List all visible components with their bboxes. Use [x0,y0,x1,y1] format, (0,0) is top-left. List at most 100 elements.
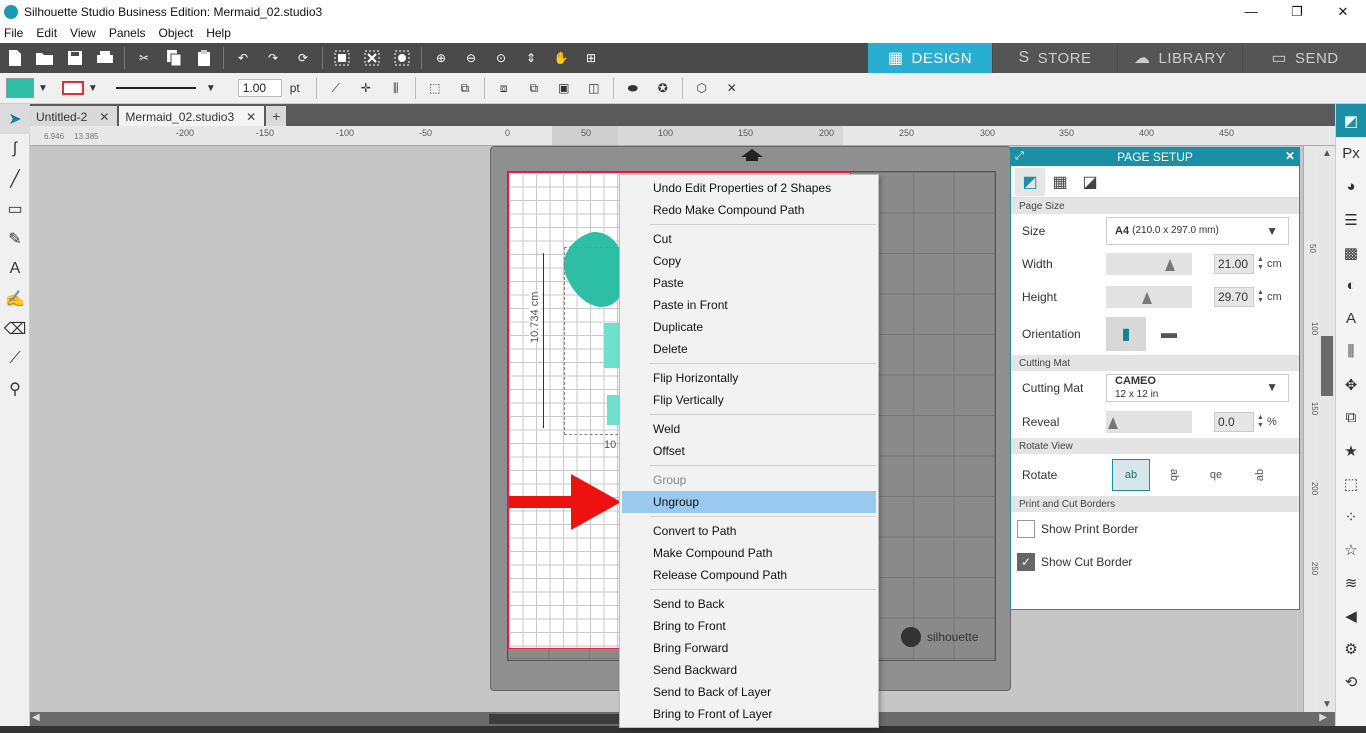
contrast-icon[interactable]: ◐ [1336,269,1366,302]
line-color-dropdown-icon[interactable]: ▼ [88,83,98,94]
context-menu-item-release-compound-path[interactable]: Release Compound Path [620,564,878,586]
edit-points-icon[interactable]: ∫ [0,134,30,164]
context-menu-item-undo-edit-properties-of-2-shapes[interactable]: Undo Edit Properties of 2 Shapes [620,177,878,199]
select-by-color-icon[interactable] [387,43,417,73]
paste-icon[interactable] [189,43,219,73]
ungroup-icon[interactable]: ⧉ [450,73,480,103]
menu-help[interactable]: Help [206,26,231,40]
context-menu-item-bring-to-front-of-layer[interactable]: Bring to Front of Layer [620,703,878,725]
context-menu-item-send-to-back-of-layer[interactable]: Send to Back of Layer [620,681,878,703]
expand-arrow-icon[interactable]: ◀ [1336,599,1366,632]
menu-edit[interactable]: Edit [36,26,57,40]
draw-line-icon[interactable]: ╱ [0,164,30,194]
undo-icon[interactable]: ↶ [228,43,258,73]
align-icon[interactable]: ⫼ [381,73,411,103]
3d-box-icon[interactable]: ⬡ [687,73,717,103]
move-icon[interactable]: ✛ [351,73,381,103]
weld-icon[interactable]: ⬬ [618,73,648,103]
pixscan-icon[interactable]: Px [1336,137,1366,170]
close-button[interactable]: ✕ [1320,0,1366,23]
line-style-dropdown-icon[interactable]: ▼ [206,83,216,94]
line-style-icon[interactable]: ☰ [1336,203,1366,236]
tab-close-icon[interactable]: ✕ [246,110,256,124]
release-compound-icon[interactable]: ⧉ [519,73,549,103]
context-menu-item-flip-horizontally[interactable]: Flip Horizontally [620,367,878,389]
send-back-icon[interactable]: ◫ [579,73,609,103]
pan-hand-icon[interactable]: ✋ [546,43,576,73]
drag-zoom-icon[interactable]: ⇕ [516,43,546,73]
cutting-mat-select[interactable]: CAMEO 12 x 12 in ▼ [1106,374,1289,402]
replicate-icon[interactable]: ⧉ [1336,401,1366,434]
page-setup-icon[interactable]: ◩ [1336,104,1366,137]
fit-to-page-icon[interactable]: ⊞ [576,43,606,73]
open-folder-icon[interactable] [30,43,60,73]
context-menu-item-convert-to-path[interactable]: Convert to Path [620,520,878,542]
reveal-slider[interactable] [1106,410,1192,433]
transform-icon[interactable]: ✥ [1336,368,1366,401]
sketch-tool-icon[interactable]: ✍ [0,284,30,314]
vertical-scrollbar[interactable]: ▲ ▼ [1319,146,1335,712]
width-spinner-icon[interactable]: ▲ ▼ [1257,256,1264,272]
height-input[interactable]: 29.70 [1214,286,1254,307]
redraw-icon[interactable]: ⟳ [288,43,318,73]
draw-rectangle-icon[interactable]: ▭ [0,194,30,224]
portrait-orientation-icon[interactable]: ▮ [1106,317,1146,351]
scroll-thumb[interactable] [489,714,619,724]
draw-pencil-icon[interactable]: ✎ [0,224,30,254]
mode-library-tab[interactable]: ☁ LIBRARY [1117,43,1242,73]
fill-dropdown-icon[interactable]: ▼ [38,83,48,94]
knife-icon[interactable]: ⟋ [0,344,30,374]
mode-send-tab[interactable]: ▭ SEND [1242,43,1366,73]
zoom-in-icon[interactable]: ⊕ [426,43,456,73]
tab-close-icon[interactable]: ✕ [99,110,109,124]
trace-icon[interactable]: ⁘ [1336,500,1366,533]
tab-untitled-2[interactable]: Untitled-2 ✕ [30,106,118,126]
context-menu-item-send-backward[interactable]: Send Backward [620,659,878,681]
scroll-down-icon[interactable]: ▼ [1322,699,1332,710]
width-slider-knob[interactable] [1165,258,1175,271]
add-tab-button[interactable]: + [266,106,287,126]
page-size-select[interactable]: A4 (210.0 x 297.0 mm) ▼ [1106,216,1289,245]
line-style-sample[interactable] [115,87,196,89]
scroll-right-icon[interactable]: ▶ [1319,712,1327,723]
fill-pattern-icon[interactable]: ▩ [1336,236,1366,269]
rotate-0-button[interactable]: ab [1112,459,1150,491]
height-slider[interactable] [1106,285,1192,308]
text-style-icon[interactable]: A [1336,302,1366,335]
context-menu-item-delete[interactable]: Delete [620,338,878,360]
new-file-icon[interactable] [0,43,30,73]
context-menu-item-bring-to-front[interactable]: Bring to Front [620,615,878,637]
width-input[interactable]: 21.00 [1214,253,1254,274]
menu-view[interactable]: View [70,26,96,40]
zoom-out-icon[interactable]: ⊖ [456,43,486,73]
close-x-icon[interactable]: ✕ [717,73,747,103]
height-spinner-icon[interactable]: ▲ ▼ [1257,289,1264,305]
star-shape-icon[interactable]: ✪ [648,73,678,103]
context-menu-item-redo-make-compound-path[interactable]: Redo Make Compound Path [620,199,878,221]
fill-color-swatch[interactable] [6,78,34,98]
redo-icon[interactable]: ↷ [258,43,288,73]
favorite-star-icon[interactable]: ☆ [1336,533,1366,566]
show-print-border-checkbox[interactable] [1017,519,1035,538]
registration-tab-icon[interactable]: ◪ [1075,168,1105,196]
offset-icon[interactable]: ⬚ [1336,467,1366,500]
reveal-spinner-icon[interactable]: ▲ ▼ [1257,414,1264,430]
rotate-180-button[interactable]: qe [1197,459,1235,491]
eraser-icon[interactable]: ⌫ [0,314,30,344]
panel-expand-icon[interactable]: ⤢ [1015,150,1024,163]
line-color-swatch[interactable] [61,81,84,95]
restore-button[interactable]: ❐ [1274,0,1320,23]
deselect-icon[interactable] [357,43,387,73]
context-menu-item-duplicate[interactable]: Duplicate [620,316,878,338]
context-menu-item-send-to-back[interactable]: Send to Back [620,593,878,615]
compound-path-icon[interactable]: ⧈ [489,73,519,103]
select-arrow-icon[interactable]: ➤ [0,104,30,134]
zoom-select-icon[interactable]: ⊙ [486,43,516,73]
scroll-thumb[interactable] [1321,336,1333,396]
cut-icon[interactable]: ✂ [129,43,159,73]
settings-gear-icon[interactable]: ⚙ [1336,632,1366,665]
context-menu-item-copy[interactable]: Copy [620,250,878,272]
mode-store-tab[interactable]: S STORE [992,43,1117,73]
panel-header[interactable]: ⤢ PAGE SETUP ✕ [1011,148,1299,166]
context-menu-item-offset[interactable]: Offset [620,440,878,462]
